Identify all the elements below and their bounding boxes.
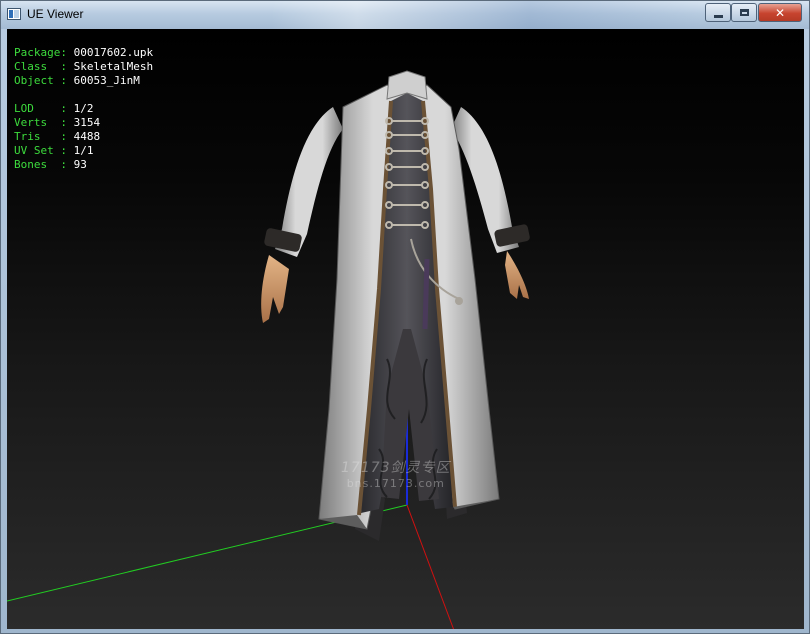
watermark-url: bns.17173.com xyxy=(346,477,445,490)
info-key: UV Set xyxy=(14,144,61,157)
minimize-icon xyxy=(713,14,723,18)
window-title: UE Viewer xyxy=(27,7,84,21)
info-key: Verts xyxy=(14,116,61,129)
info-key: LOD xyxy=(14,102,61,115)
info-value: 1/1 xyxy=(73,144,94,157)
info-separator: : xyxy=(60,144,74,157)
watermark-title: 17173剑灵专区 xyxy=(341,460,451,476)
info-row: Object : 60053_JinM xyxy=(14,74,153,88)
close-button[interactable]: ✕ xyxy=(758,3,802,22)
app-window-icon[interactable] xyxy=(7,8,21,20)
info-value: 00017602.upk xyxy=(73,46,154,59)
watermark: 17173剑灵专区 bns.17173.com xyxy=(341,457,451,490)
minimize-button[interactable] xyxy=(705,3,731,22)
info-separator: : xyxy=(60,130,74,143)
info-value: 3154 xyxy=(73,116,101,129)
info-row: Bones : 93 xyxy=(14,158,153,172)
info-row: Tris : 4488 xyxy=(14,130,153,144)
info-key: Bones xyxy=(14,158,61,171)
info-row: UV Set : 1/1 xyxy=(14,144,153,158)
info-row: LOD : 1/2 xyxy=(14,102,153,116)
info-separator: : xyxy=(60,102,74,115)
info-separator: : xyxy=(60,60,74,73)
info-row: Class : SkeletalMesh xyxy=(14,60,153,74)
info-row: Verts : 3154 xyxy=(14,116,153,130)
app-window: UE Viewer ✕ Package: 00017602.upk Class … xyxy=(0,0,810,634)
info-separator: : xyxy=(60,74,74,87)
info-row: Package: 00017602.upk xyxy=(14,46,153,60)
title-bar[interactable]: UE Viewer ✕ xyxy=(1,1,809,29)
info-separator: : xyxy=(60,116,74,129)
info-value: 1/2 xyxy=(73,102,94,115)
info-value: 93 xyxy=(73,158,87,171)
maximize-icon xyxy=(739,9,749,16)
info-key: Object xyxy=(14,74,61,87)
title-bar-glare xyxy=(271,1,701,29)
mesh-info-panel: Package: 00017602.upk Class : SkeletalMes… xyxy=(14,46,153,172)
info-key: Package xyxy=(14,46,61,59)
info-value: SkeletalMesh xyxy=(73,60,154,73)
info-separator: : xyxy=(60,158,74,171)
info-key: Tris xyxy=(14,130,61,143)
info-key: Class xyxy=(14,60,61,73)
3d-viewport[interactable]: Package: 00017602.upk Class : SkeletalMes… xyxy=(7,29,804,629)
info-value: 60053_JinM xyxy=(73,74,140,87)
axis-y-line xyxy=(406,504,455,629)
info-separator: : xyxy=(60,46,74,59)
maximize-button[interactable] xyxy=(731,3,757,22)
info-value: 4488 xyxy=(73,130,101,143)
close-icon: ✕ xyxy=(774,5,786,20)
